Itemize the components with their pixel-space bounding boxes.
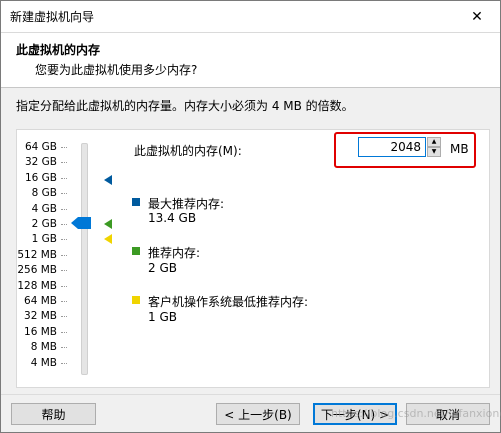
guest-min-label: 客户机操作系统最低推荐内存:	[148, 295, 309, 309]
spin-down-icon[interactable]: ▼	[427, 147, 441, 157]
scale-tick	[61, 208, 67, 210]
recommended-value: 2 GB	[148, 261, 177, 275]
scale-label: 4 MB	[30, 356, 57, 369]
help-button[interactable]: 帮助	[11, 403, 96, 425]
max-recommended-marker-icon	[104, 175, 112, 185]
scale-tick	[61, 254, 67, 256]
scale-label: 16 GB	[24, 171, 57, 184]
scale-label: 1 GB	[31, 233, 57, 246]
close-icon[interactable]: ✕	[454, 1, 500, 32]
page-title: 此虚拟机的内存	[16, 43, 101, 57]
watermark: https://blog.csdn.net/lafanxiong	[331, 407, 501, 420]
scale-tick	[61, 224, 67, 225]
max-recommended-value: 13.4 GB	[148, 211, 197, 225]
scale-tick	[61, 270, 67, 272]
memory-size-input[interactable]	[358, 137, 426, 157]
scale-label: 8 GB	[31, 187, 57, 200]
scale-label: 256 MB	[17, 264, 57, 277]
scale-label: 32 GB	[24, 156, 57, 169]
scale-label: 2 GB	[31, 218, 57, 230]
page-subtitle: 您要为此虚拟机使用多少内存?	[35, 63, 198, 77]
memory-description: 指定分配给此虚拟机的内存量。内存大小必须为 4 MB 的倍数。	[16, 99, 354, 113]
scale-label: 16 MB	[24, 325, 57, 338]
scale-tick	[61, 239, 67, 241]
recommended-swatch	[132, 247, 140, 255]
scale-label: 4 GB	[31, 202, 57, 215]
scale-tick	[61, 177, 67, 179]
recommended-marker-icon	[104, 219, 112, 229]
memory-label: 此虚拟机的内存(M):	[134, 144, 242, 158]
scale-label: 128 MB	[17, 279, 57, 292]
scale-label: 64 GB	[24, 141, 57, 153]
spin-up-icon[interactable]: ▲	[427, 137, 441, 147]
scale-tick	[61, 285, 67, 287]
scale-label: 512 MB	[17, 248, 57, 261]
scale-tick	[61, 162, 67, 164]
scale-tick	[61, 147, 67, 148]
memory-unit: MB	[450, 142, 469, 156]
guest-min-swatch	[132, 296, 140, 304]
footer-divider	[1, 394, 500, 395]
scale-tick	[61, 193, 67, 195]
scale-tick	[61, 301, 67, 302]
scale-label: 32 MB	[24, 310, 57, 323]
wizard-header: 此虚拟机的内存 您要为此虚拟机使用多少内存?	[1, 33, 500, 88]
scale-tick	[61, 331, 67, 333]
max-recommended-swatch	[132, 198, 140, 206]
window-title: 新建虚拟机向导	[10, 10, 95, 24]
scale-label: 64 MB	[24, 295, 57, 307]
scale-label: 8 MB	[30, 341, 57, 354]
recommended-label: 推荐内存:	[148, 246, 201, 260]
max-recommended-label: 最大推荐内存:	[148, 197, 225, 211]
scale-tick	[61, 347, 67, 349]
title-bar: 新建虚拟机向导 ✕	[1, 1, 500, 33]
memory-slider-track[interactable]	[81, 143, 88, 375]
guest-min-marker-icon	[104, 234, 112, 244]
back-button[interactable]: < 上一步(B)	[216, 403, 300, 425]
memory-spinner[interactable]: ▲ ▼	[427, 137, 441, 157]
wizard-window: 新建虚拟机向导 ✕ 此虚拟机的内存 您要为此虚拟机使用多少内存? 指定分配给此虚…	[0, 0, 501, 433]
scale-tick	[61, 316, 67, 318]
guest-min-value: 1 GB	[148, 310, 177, 324]
scale-tick	[61, 362, 67, 364]
